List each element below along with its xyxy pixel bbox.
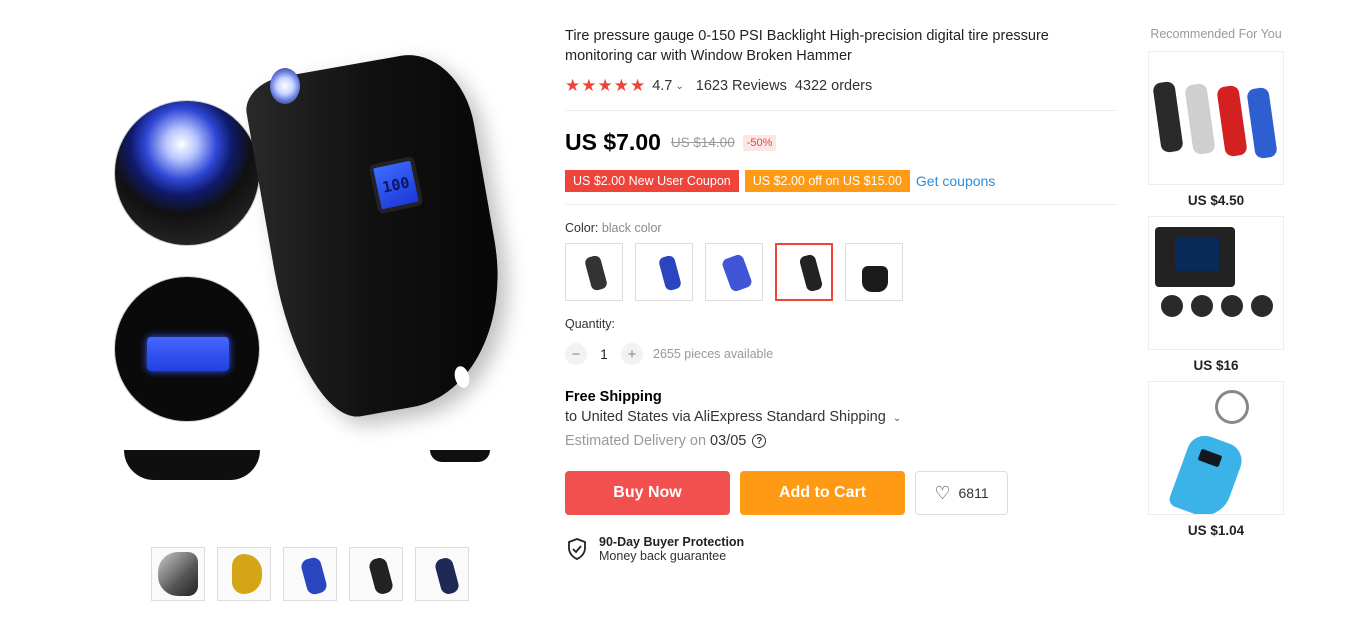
recommended-image-1[interactable]	[1148, 51, 1284, 185]
stock-available: 2655 pieces available	[653, 347, 774, 361]
thumbnail-1[interactable]	[151, 547, 205, 601]
original-price: US $14.00	[670, 135, 735, 150]
discount-badge: -50%	[742, 134, 777, 151]
estimated-delivery-date: 03/05	[710, 433, 747, 449]
recommended-item-2[interactable]: US $16	[1148, 216, 1284, 373]
color-swatch-black-selected[interactable]	[775, 243, 833, 301]
wishlist-count: 6811	[958, 485, 989, 501]
coupon-row: US $2.00 New User Coupon US $2.00 off on…	[565, 170, 1117, 192]
shipping-method-text: to United States via AliExpress Standard…	[565, 409, 886, 425]
recommended-item-1[interactable]: US $4.50	[1148, 51, 1284, 208]
current-price: US $7.00	[565, 129, 661, 155]
estimated-delivery-label: Estimated Delivery on	[565, 433, 707, 449]
protection-subtitle: Money back guarantee	[599, 549, 727, 563]
gauge-screen-text: 100	[380, 173, 412, 197]
divider	[565, 110, 1117, 111]
recommended-price-2: US $16	[1193, 358, 1239, 373]
product-title: Tire pressure gauge 0-150 PSI Backlight …	[565, 28, 1049, 64]
thumbnail-5[interactable]	[415, 547, 469, 601]
new-user-coupon[interactable]: US $2.00 New User Coupon	[565, 170, 739, 192]
chevron-down-icon[interactable]: ⌄	[675, 81, 683, 92]
quantity-plus-button[interactable]: +	[621, 343, 643, 365]
recommended-panel: Recommended For You US $4.50 US $16 US $…	[1148, 26, 1284, 538]
color-label-text: Color:	[565, 221, 599, 235]
gauge-tip-partial	[430, 450, 490, 462]
help-icon[interactable]: ?	[752, 434, 767, 448]
thumbnail-strip	[151, 547, 469, 601]
color-swatch-2[interactable]	[635, 243, 693, 301]
selected-color: black color	[601, 221, 662, 235]
color-swatch-5[interactable]	[845, 243, 903, 301]
rating-value[interactable]: 4.7	[652, 78, 672, 94]
color-swatch-3[interactable]	[705, 243, 763, 301]
color-swatch-1[interactable]	[565, 243, 623, 301]
color-swatches	[565, 243, 1117, 301]
protection-title: 90-Day Buyer Protection	[599, 535, 745, 549]
buy-now-button[interactable]: Buy Now	[565, 471, 730, 515]
wishlist-button[interactable]: ♡ 6811	[915, 471, 1008, 515]
gauge-light	[270, 68, 300, 104]
orders-count: 4322 orders	[794, 78, 873, 94]
store-coupon[interactable]: US $2.00 off on US $15.00	[744, 170, 910, 192]
shipping-title: Free Shipping	[565, 389, 662, 405]
shield-check-icon	[568, 538, 586, 560]
reviews-link[interactable]: 1623 Reviews	[696, 78, 787, 94]
add-to-cart-button[interactable]: Add to Cart	[740, 471, 905, 515]
quantity-stepper: − 1 + 2655 pieces available	[565, 343, 1117, 365]
recommended-image-3[interactable]	[1148, 381, 1284, 515]
zoom-detail-light	[114, 100, 260, 246]
lcd-detail	[147, 337, 229, 371]
product-info: Tire pressure gauge 0-150 PSI Backlight …	[565, 26, 1117, 563]
get-coupons-link[interactable]: Get coupons	[916, 173, 995, 189]
quantity-minus-button[interactable]: −	[565, 343, 587, 365]
recommended-item-3[interactable]: US $1.04	[1148, 381, 1284, 538]
thumbnail-3[interactable]	[283, 547, 337, 601]
recommended-title: Recommended For You	[1150, 27, 1282, 41]
quantity-label: Quantity:	[565, 317, 616, 331]
chevron-down-icon[interactable]: ⌄	[893, 413, 901, 424]
color-label: Color: black color	[565, 221, 1117, 235]
protection-text: 90-Day Buyer Protection Money back guara…	[599, 535, 744, 563]
recommended-price-3: US $1.04	[1187, 523, 1245, 538]
buyer-protection: 90-Day Buyer Protection Money back guara…	[565, 535, 1117, 563]
estimated-delivery: Estimated Delivery on 03/05 ?	[565, 433, 1117, 449]
thumbnail-2[interactable]	[217, 547, 271, 601]
action-buttons: Buy Now Add to Cart ♡ 6811	[565, 471, 1117, 515]
recommended-image-2[interactable]	[1148, 216, 1284, 350]
heart-icon: ♡	[934, 482, 951, 503]
rating-row: ★★★★★ 4.7 ⌄ 1623 Reviews 4322 orders	[565, 76, 1117, 96]
thumbnail-4[interactable]	[349, 547, 403, 601]
quantity-input[interactable]: 1	[587, 347, 621, 362]
recommended-price-1: US $4.50	[1187, 193, 1245, 208]
gauge-screen: 100	[368, 155, 424, 215]
shipping-method[interactable]: to United States via AliExpress Standard…	[565, 409, 1117, 425]
star-rating-icon: ★★★★★	[565, 76, 647, 95]
divider	[565, 204, 1117, 205]
zoom-detail-partial	[124, 450, 260, 480]
zoom-detail-screen	[114, 276, 260, 422]
price-row: US $7.00 US $14.00 -50%	[565, 129, 1117, 156]
